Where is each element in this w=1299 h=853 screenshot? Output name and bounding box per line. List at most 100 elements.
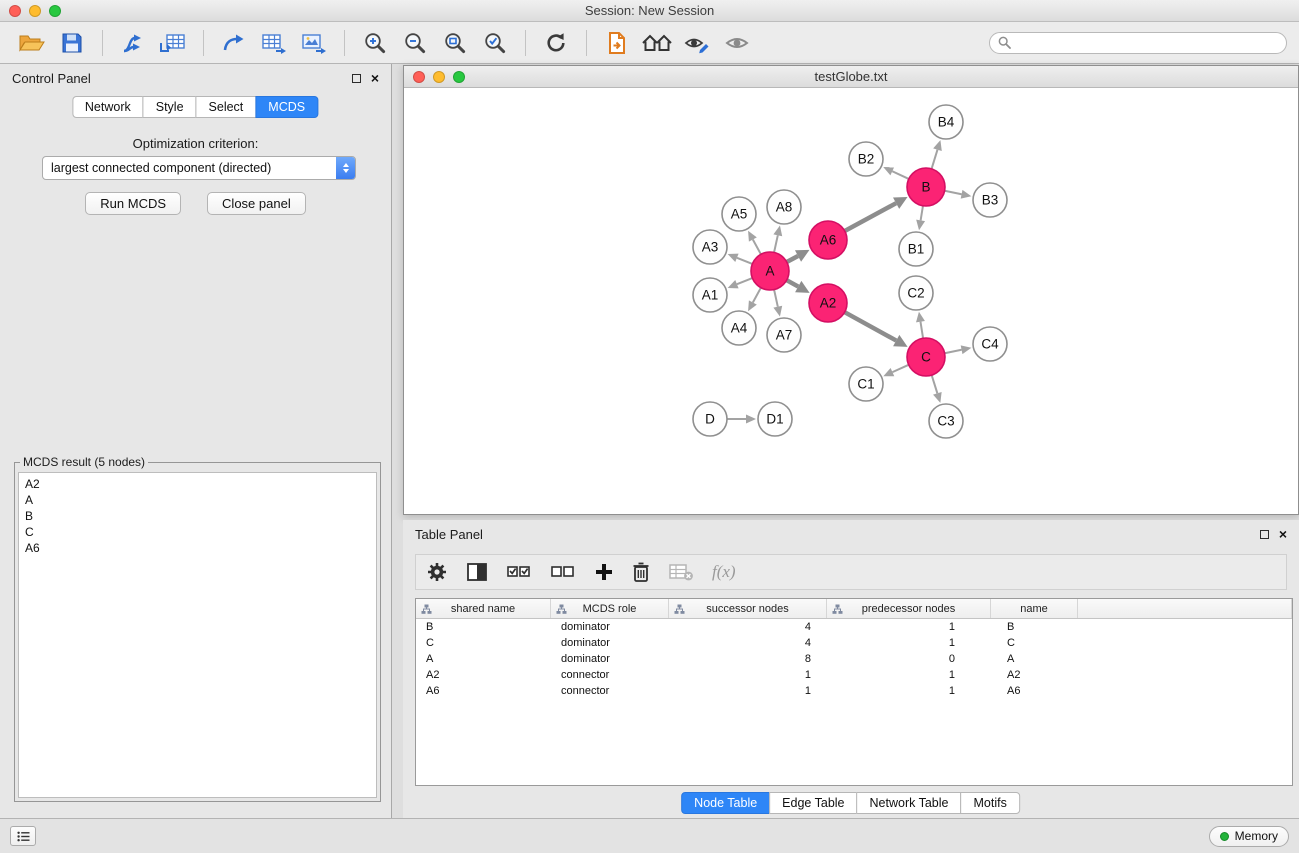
zoom-fit-button[interactable] — [435, 26, 475, 60]
memory-button[interactable]: Memory — [1209, 826, 1289, 847]
close-panel-button[interactable]: Close panel — [207, 192, 306, 215]
task-history-button[interactable] — [10, 826, 36, 846]
table-cell[interactable]: dominator — [551, 651, 669, 667]
graph-edge-A2-C[interactable] — [845, 312, 897, 340]
add-row-button[interactable] — [594, 557, 614, 587]
run-mcds-button[interactable]: Run MCDS — [85, 192, 181, 215]
search-box[interactable] — [989, 32, 1287, 54]
table-cell[interactable]: B — [416, 619, 551, 635]
tab-motifs[interactable]: Motifs — [960, 792, 1019, 814]
refresh-button[interactable] — [536, 26, 576, 60]
delete-row-button[interactable] — [632, 557, 650, 587]
graphics-details-button[interactable] — [717, 26, 757, 60]
table-cell[interactable]: 1 — [827, 667, 991, 683]
export-network-button[interactable] — [214, 26, 254, 60]
column-header-name[interactable]: name — [991, 599, 1078, 618]
save-session-button[interactable] — [52, 26, 92, 60]
delete-table-button[interactable] — [668, 557, 694, 587]
table-cell[interactable]: dominator — [551, 619, 669, 635]
graph-edge-A-A2[interactable] — [787, 280, 799, 286]
tab-select[interactable]: Select — [196, 96, 257, 118]
float-panel-icon[interactable] — [352, 74, 361, 83]
table-cell[interactable]: dominator — [551, 635, 669, 651]
open-session-button[interactable] — [12, 26, 52, 60]
table-cell[interactable]: A — [416, 651, 551, 667]
column-header-shared-name[interactable]: shared name — [416, 599, 551, 618]
table-cell[interactable]: C — [991, 635, 1078, 651]
graph-edge-A6-B[interactable] — [845, 203, 896, 231]
graph-edge-A-A5[interactable] — [753, 239, 761, 254]
import-network-button[interactable] — [113, 26, 153, 60]
tab-mcds[interactable]: MCDS — [255, 96, 318, 118]
graph-edge-A-A1[interactable] — [737, 278, 752, 284]
table-cell[interactable]: B — [991, 619, 1078, 635]
column-header-predecessor-nodes[interactable]: predecessor nodes — [827, 599, 991, 618]
table-cell[interactable]: C — [416, 635, 551, 651]
graph-edge-A-A3[interactable] — [737, 258, 752, 264]
mcds-result-list[interactable]: A2 A B C A6 — [18, 472, 377, 798]
function-builder-button[interactable]: f(x) — [712, 557, 736, 587]
graph-edge-A-A6[interactable] — [787, 256, 798, 262]
criterion-dropdown[interactable]: largest connected component (directed) — [42, 156, 356, 180]
table-cell[interactable]: 1 — [827, 683, 991, 699]
table-cell[interactable]: 1 — [827, 619, 991, 635]
table-cell[interactable]: 8 — [669, 651, 827, 667]
table-settings-button[interactable] — [426, 557, 448, 587]
graph-edge-C-C3[interactable] — [932, 375, 938, 393]
table-row[interactable]: Bdominator41B — [416, 619, 1292, 635]
table-cell[interactable]: 1 — [827, 635, 991, 651]
zoom-out-button[interactable] — [395, 26, 435, 60]
graph-edge-C-C4[interactable] — [945, 350, 962, 353]
graph-edge-B-B1[interactable] — [921, 206, 923, 221]
tab-style[interactable]: Style — [143, 96, 197, 118]
search-input[interactable] — [1015, 36, 1278, 50]
import-table-button[interactable] — [153, 26, 193, 60]
zoom-selected-button[interactable] — [475, 26, 515, 60]
column-header-mcds-role[interactable]: MCDS role — [551, 599, 669, 618]
table-cell[interactable]: 1 — [669, 683, 827, 699]
graph-edge-A-A4[interactable] — [753, 288, 761, 303]
table-cell[interactable]: 0 — [827, 651, 991, 667]
table-cell[interactable]: A6 — [991, 683, 1078, 699]
open-network-file-button[interactable] — [597, 26, 637, 60]
graph-edge-C-C1[interactable] — [892, 365, 908, 372]
table-cell[interactable]: connector — [551, 683, 669, 699]
graph-edge-C-C2[interactable] — [920, 322, 923, 339]
table-cell[interactable]: 4 — [669, 619, 827, 635]
tab-node-table[interactable]: Node Table — [681, 792, 770, 814]
network-window-titlebar[interactable]: testGlobe.txt — [404, 66, 1298, 88]
table-cell[interactable]: A — [991, 651, 1078, 667]
column-header-successor-nodes[interactable]: successor nodes — [669, 599, 827, 618]
export-table-button[interactable] — [254, 26, 294, 60]
table-row[interactable]: Adominator80A — [416, 651, 1292, 667]
table-row[interactable]: A6connector11A6 — [416, 683, 1292, 699]
network-overview-button[interactable] — [637, 26, 677, 60]
show-column-button[interactable] — [466, 557, 488, 587]
table-cell[interactable]: 1 — [669, 667, 827, 683]
graph-edge-A-A8[interactable] — [774, 235, 778, 252]
graph-edge-B-B2[interactable] — [892, 171, 909, 179]
tab-network-table[interactable]: Network Table — [857, 792, 962, 814]
unselect-all-button[interactable] — [550, 557, 576, 587]
table-cell[interactable]: 4 — [669, 635, 827, 651]
zoom-in-button[interactable] — [355, 26, 395, 60]
table-row[interactable]: A2connector11A2 — [416, 667, 1292, 683]
level-of-detail-button[interactable] — [677, 26, 717, 60]
graph-edge-B-B3[interactable] — [945, 191, 962, 194]
table-cell[interactable]: connector — [551, 667, 669, 683]
result-item[interactable]: A2 — [25, 476, 370, 492]
result-item[interactable]: C — [25, 524, 370, 540]
tab-edge-table[interactable]: Edge Table — [769, 792, 857, 814]
table-cell[interactable]: A2 — [416, 667, 551, 683]
close-panel-icon[interactable]: × — [1279, 529, 1287, 539]
result-item[interactable]: A — [25, 492, 370, 508]
network-canvas[interactable]: B4B2BB3B1A5A8A6A3AA1A2C2A4A7C4CC1C3DD1 — [404, 89, 1298, 515]
table-cell[interactable]: A2 — [991, 667, 1078, 683]
table-row[interactable]: Cdominator41C — [416, 635, 1292, 651]
graph-edge-A-A7[interactable] — [774, 290, 778, 307]
close-panel-icon[interactable]: × — [371, 73, 379, 83]
result-item[interactable]: A6 — [25, 540, 370, 556]
result-item[interactable]: B — [25, 508, 370, 524]
float-panel-icon[interactable] — [1260, 530, 1269, 539]
graph-edge-B-B4[interactable] — [932, 150, 938, 169]
